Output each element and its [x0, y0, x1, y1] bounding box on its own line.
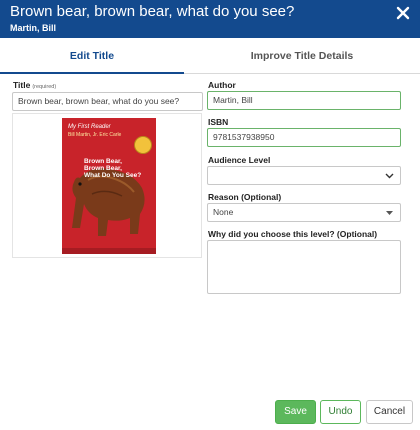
reason-value: None: [213, 207, 234, 217]
caret-down-icon: [385, 204, 394, 221]
isbn-label: ISBN: [208, 117, 229, 127]
dialog-subtitle: Martin, Bill: [10, 23, 57, 33]
cover-title-line-1: Brown Bear,: [84, 158, 122, 165]
close-icon[interactable]: [392, 2, 414, 24]
reason-label: Reason (Optional): [208, 192, 282, 202]
cancel-button[interactable]: Cancel: [366, 400, 413, 424]
audience-level-label: Audience Level: [208, 155, 271, 165]
edit-title-dialog: Brown bear, brown bear, what do you see?…: [0, 0, 420, 430]
dialog-header: Brown bear, brown bear, what do you see?…: [0, 0, 420, 38]
cover-authors-text: Bill Martin, Jr. Eric Carle: [68, 132, 122, 138]
dialog-title: Brown bear, brown bear, what do you see?: [10, 3, 295, 20]
book-cover-image: My First Reader Bill Martin, Jr. Eric Ca…: [62, 118, 156, 254]
cover-title-text: Brown Bear, Brown Bear, What Do You See?: [84, 158, 141, 179]
required-note: (required): [32, 84, 57, 90]
cover-series-text: My First Reader: [68, 124, 111, 130]
title-label-text: Title: [13, 80, 31, 90]
title-input[interactable]: Brown bear, brown bear, what do you see?: [12, 92, 203, 111]
tab-bar: Edit Title Improve Title Details: [0, 40, 420, 74]
award-seal-icon: [134, 136, 152, 154]
author-label: Author: [208, 80, 236, 90]
cover-title-line-3: What Do You See?: [84, 172, 142, 179]
reason-select[interactable]: None: [207, 203, 401, 222]
tab-improve-title-details[interactable]: Improve Title Details: [184, 40, 420, 74]
author-input[interactable]: Martin, Bill: [207, 91, 401, 110]
isbn-input[interactable]: 9781537938950: [207, 128, 401, 147]
save-button[interactable]: Save: [275, 400, 316, 424]
cover-image-frame: My First Reader Bill Martin, Jr. Eric Ca…: [12, 113, 202, 258]
title-label: Title (required): [13, 80, 56, 90]
audience-level-select[interactable]: [207, 166, 401, 185]
why-level-textarea[interactable]: [207, 240, 401, 294]
undo-button[interactable]: Undo: [320, 400, 361, 424]
chevron-down-icon: [385, 167, 394, 184]
tab-edit-title[interactable]: Edit Title: [0, 40, 184, 74]
why-level-label: Why did you choose this level? (Optional…: [208, 229, 378, 239]
cover-title-line-2: Brown Bear,: [84, 165, 122, 172]
